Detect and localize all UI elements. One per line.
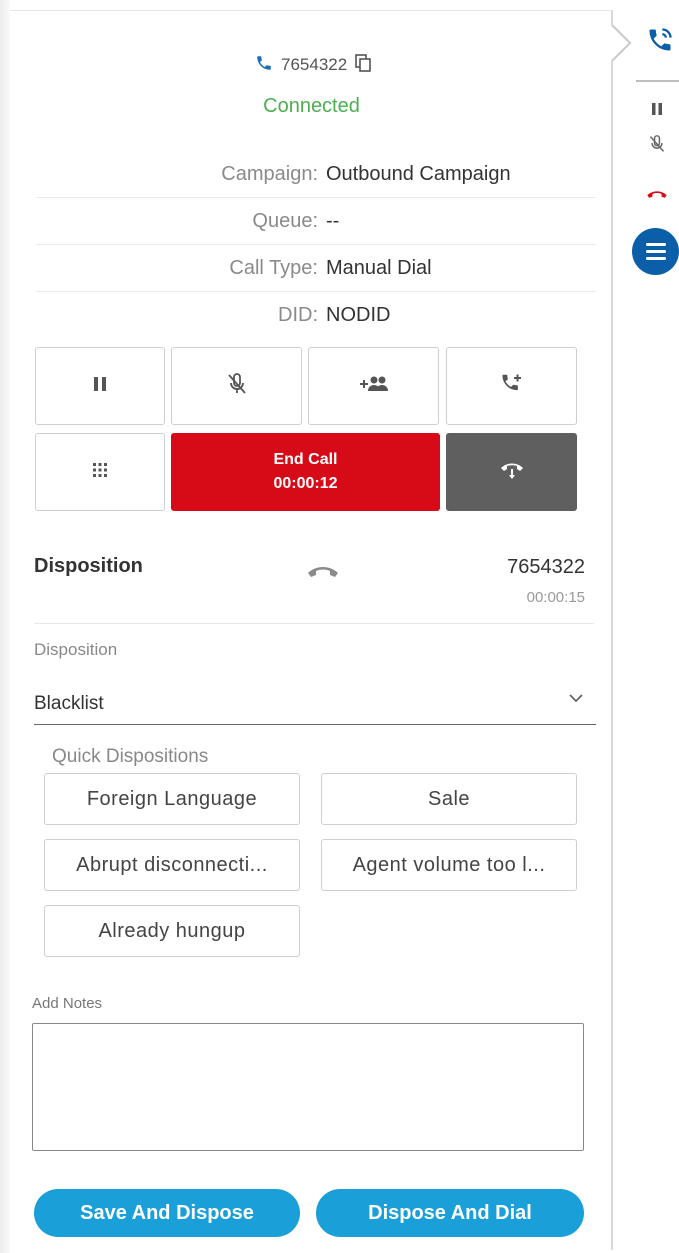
rail-separator <box>636 80 679 82</box>
dispose-and-dial-button[interactable]: Dispose And Dial <box>316 1189 584 1237</box>
menu-icon-bar <box>645 257 666 260</box>
hangup-icon[interactable] <box>646 186 668 204</box>
queue-value: -- <box>326 210 340 232</box>
dialpad-icon <box>92 462 108 483</box>
add-participant-button[interactable] <box>308 347 439 425</box>
transfer-icon <box>500 372 524 401</box>
quick-disposition-foreign-language[interactable]: Foreign Language <box>44 773 300 825</box>
call-type-label: Call Type: <box>229 257 318 279</box>
quick-disposition-agent-volume[interactable]: Agent volume too l... <box>321 839 577 891</box>
disposition-select[interactable]: Blacklist <box>34 685 596 725</box>
call-status: Connected <box>263 95 360 117</box>
header-phone-number: 7654322 <box>281 55 348 74</box>
info-row-campaign: Campaign: Outbound Campaign <box>36 151 596 198</box>
call-number-header: 7654322 <box>255 51 371 79</box>
campaign-label: Campaign: <box>221 163 318 185</box>
call-type-value: Manual Dial <box>326 257 432 279</box>
transfer-button[interactable] <box>446 347 577 425</box>
disposition-title: Disposition <box>34 555 143 577</box>
divider <box>34 623 594 624</box>
disposition-field-label: Disposition <box>34 640 118 659</box>
hangup-icon <box>306 564 340 583</box>
did-value: NODID <box>326 304 391 326</box>
hold-icon <box>499 459 525 486</box>
menu-icon-bar <box>645 243 666 246</box>
campaign-value: Outbound Campaign <box>326 163 511 185</box>
end-call-label: End Call <box>273 451 338 468</box>
did-label: DID: <box>278 304 318 326</box>
disposition-number: 7654322 <box>507 556 585 578</box>
quick-disposition-sale[interactable]: Sale <box>321 773 577 825</box>
add-notes-label: Add Notes <box>32 995 103 1012</box>
phone-icon <box>255 54 273 77</box>
info-row-call-type: Call Type: Manual Dial <box>36 245 596 292</box>
add-participant-icon <box>359 374 389 399</box>
queue-label: Queue: <box>252 210 318 232</box>
menu-button[interactable] <box>632 228 679 275</box>
save-and-dispose-button[interactable]: Save And Dispose <box>34 1189 300 1237</box>
pause-button[interactable] <box>35 347 165 425</box>
mute-button[interactable] <box>171 347 302 425</box>
hold-button[interactable] <box>446 433 577 511</box>
info-row-did: DID: NODID <box>36 292 596 339</box>
end-call-button[interactable]: End Call 00:00:12 <box>171 433 440 511</box>
call-timer: 00:00:12 <box>273 475 338 492</box>
chevron-down-icon <box>568 691 584 709</box>
quick-disposition-abrupt-disconnection[interactable]: Abrupt disconnecti... <box>44 839 300 891</box>
pause-icon[interactable] <box>651 102 663 121</box>
disposition-selected-value: Blacklist <box>34 693 104 714</box>
quick-dispositions-label: Quick Dispositions <box>52 746 209 767</box>
menu-icon-bar <box>645 250 666 253</box>
mute-icon <box>226 372 248 401</box>
quick-disposition-already-hungup[interactable]: Already hungup <box>44 905 300 957</box>
info-row-queue: Queue: -- <box>36 198 596 245</box>
call-panel: 7654322 Connected Campaign: Outbound Cam… <box>10 10 613 1250</box>
left-edge-shadow <box>0 0 10 1253</box>
notes-textarea[interactable] <box>32 1023 584 1151</box>
copy-icon[interactable] <box>355 53 371 77</box>
disposition-duration: 00:00:15 <box>526 589 585 606</box>
pause-icon <box>93 376 107 397</box>
mute-icon[interactable] <box>648 134 666 159</box>
active-call-icon[interactable] <box>646 26 674 59</box>
dialpad-button[interactable] <box>35 433 165 511</box>
